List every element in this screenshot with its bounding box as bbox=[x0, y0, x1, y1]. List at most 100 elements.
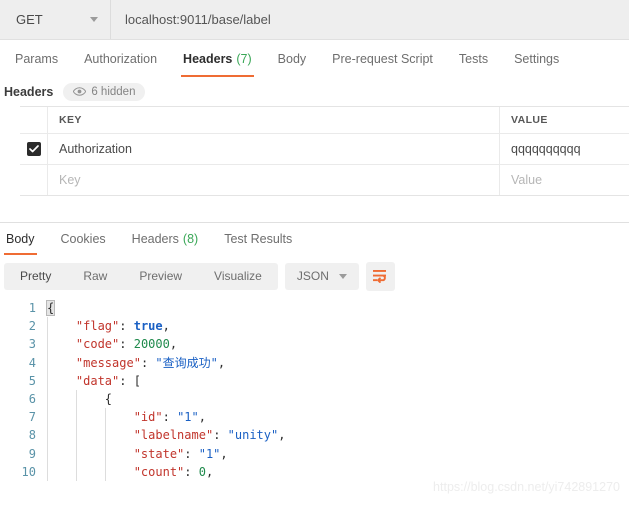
tab-authorization[interactable]: Authorization bbox=[71, 40, 170, 77]
row-key-cell[interactable]: Authorization bbox=[48, 134, 500, 164]
response-body-code[interactable]: { "flag": true, "code": 20000, "message"… bbox=[36, 299, 285, 481]
token-num: 20000 bbox=[133, 337, 170, 352]
token-punc: , bbox=[278, 428, 286, 443]
response-tab-test-results[interactable]: Test Results bbox=[211, 223, 305, 255]
tab-params[interactable]: Params bbox=[2, 40, 71, 77]
response-tab-headers[interactable]: Headers (8) bbox=[119, 223, 212, 255]
line-number: 10 bbox=[21, 464, 36, 479]
check-icon bbox=[28, 145, 39, 153]
token-num: 0 bbox=[198, 464, 206, 479]
view-mode-raw[interactable]: Raw bbox=[67, 263, 123, 290]
view-mode-group: Pretty Raw Preview Visualize bbox=[4, 262, 278, 290]
wrap-lines-button[interactable] bbox=[365, 261, 395, 291]
tab-settings-label: Settings bbox=[514, 51, 560, 66]
hidden-headers-toggle[interactable]: 6 hidden bbox=[63, 82, 146, 101]
tab-params-label: Params bbox=[15, 51, 59, 66]
response-format-label: JSON bbox=[296, 269, 329, 283]
new-row-value-placeholder: Value bbox=[511, 173, 543, 187]
response-tab-test-results-label: Test Results bbox=[224, 232, 293, 246]
line-number: 5 bbox=[28, 373, 36, 388]
http-method-select[interactable]: GET bbox=[0, 0, 111, 39]
line-number: 1 bbox=[28, 301, 36, 315]
request-url-input[interactable]: localhost:9011/base/label bbox=[111, 0, 629, 39]
code-line: "count": 0, bbox=[47, 463, 285, 481]
response-tab-headers-label: Headers bbox=[131, 232, 179, 246]
headers-section-title: Headers bbox=[4, 84, 54, 99]
code-line: "labelname": "unity", bbox=[47, 426, 286, 444]
row-value-value: qqqqqqqqqq bbox=[511, 142, 581, 156]
view-mode-preview[interactable]: Preview bbox=[123, 263, 198, 290]
response-tab-cookies-label: Cookies bbox=[60, 232, 106, 246]
tab-body-label: Body bbox=[277, 51, 307, 66]
token-bool: true bbox=[133, 319, 163, 334]
eye-icon bbox=[73, 87, 87, 96]
tab-tests[interactable]: Tests bbox=[446, 40, 501, 77]
new-row-value-input[interactable]: Value bbox=[500, 165, 629, 195]
new-row-key-placeholder: Key bbox=[59, 173, 81, 187]
token-punc: : [ bbox=[119, 373, 141, 388]
headers-table: KEY VALUE Authorization qqqqqqqqqq Key V… bbox=[20, 106, 629, 196]
tab-pre-request-script[interactable]: Pre-request Script bbox=[319, 40, 446, 77]
response-body-viewer[interactable]: 1 2 3 4 5 6 7 8 9 10 { "flag": true, "code": 2000… bbox=[0, 297, 629, 481]
response-tab-bar: Body Cookies Headers (8) Test Results bbox=[0, 223, 629, 255]
token-key: "message" bbox=[75, 355, 141, 370]
token-key: "count" bbox=[133, 464, 185, 479]
header-row-gutter bbox=[20, 107, 48, 133]
code-line: { bbox=[45, 299, 285, 317]
headers-subheader: Headers 6 hidden bbox=[0, 77, 629, 106]
tab-headers[interactable]: Headers (7) bbox=[170, 40, 265, 77]
column-header-key-label: KEY bbox=[59, 114, 82, 126]
line-number: 7 bbox=[28, 410, 36, 425]
token-punc: : bbox=[119, 319, 134, 334]
http-method-label: GET bbox=[16, 12, 43, 27]
request-url-bar: GET localhost:9011/base/label bbox=[0, 0, 629, 40]
column-header-key: KEY bbox=[48, 107, 500, 133]
indent-guide bbox=[47, 317, 48, 481]
response-view-toolbar: Pretty Raw Preview Visualize JSON bbox=[0, 255, 629, 297]
column-header-value-label: VALUE bbox=[511, 114, 548, 126]
response-tab-cookies[interactable]: Cookies bbox=[48, 223, 119, 255]
code-line: "flag": true, bbox=[47, 317, 285, 335]
request-tab-bar: Params Authorization Headers (7) Body Pr… bbox=[0, 40, 629, 77]
chevron-down-icon bbox=[338, 273, 347, 279]
line-number: 3 bbox=[28, 337, 36, 352]
row-checkbox-cell-empty bbox=[20, 165, 48, 195]
view-mode-pretty[interactable]: Pretty bbox=[4, 263, 67, 290]
tab-tests-label: Tests bbox=[458, 51, 489, 66]
token-punc: , bbox=[198, 410, 206, 425]
line-number: 6 bbox=[28, 392, 36, 407]
token-key: "labelname" bbox=[133, 428, 214, 443]
response-tab-headers-count: (8) bbox=[182, 232, 199, 246]
column-header-value: VALUE bbox=[500, 107, 629, 133]
tab-body[interactable]: Body bbox=[265, 40, 320, 77]
token-key: "flag" bbox=[75, 319, 120, 334]
response-format-select[interactable]: JSON bbox=[284, 262, 359, 290]
token-punc: : bbox=[162, 410, 178, 425]
response-tab-body[interactable]: Body bbox=[0, 223, 48, 255]
token-punc: : bbox=[140, 355, 156, 370]
row-enabled-checkbox[interactable] bbox=[26, 142, 41, 156]
tab-headers-count: (7) bbox=[236, 51, 252, 66]
row-checkbox-cell bbox=[20, 134, 48, 164]
indent-guide bbox=[104, 408, 106, 481]
tab-headers-label: Headers bbox=[183, 51, 233, 66]
token-punc: , bbox=[162, 319, 170, 334]
token-punc: : bbox=[119, 337, 134, 352]
view-mode-visualize[interactable]: Visualize bbox=[198, 263, 278, 290]
token-key: "data" bbox=[75, 373, 120, 388]
row-value-cell[interactable]: qqqqqqqqqq bbox=[500, 134, 629, 164]
token-punc: : bbox=[184, 464, 199, 479]
indent-guide bbox=[75, 390, 77, 481]
code-line: "id": "1", bbox=[47, 408, 285, 426]
token-punc: : bbox=[213, 428, 228, 443]
line-number: 2 bbox=[28, 319, 36, 334]
token-punc: , bbox=[205, 464, 214, 479]
tab-settings[interactable]: Settings bbox=[501, 40, 572, 77]
line-number: 8 bbox=[28, 428, 36, 443]
hidden-headers-label: 6 hidden bbox=[91, 85, 136, 98]
wrap-lines-icon bbox=[373, 270, 387, 283]
tab-pre-request-script-label: Pre-request Script bbox=[332, 51, 433, 66]
new-row-key-input[interactable]: Key bbox=[48, 165, 500, 195]
token-punc: , bbox=[217, 355, 226, 370]
token-key: "id" bbox=[133, 410, 163, 425]
